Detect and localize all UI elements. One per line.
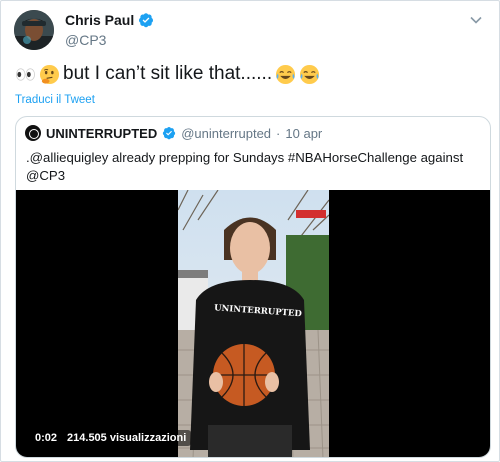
tears-of-joy-emoji-icon (300, 64, 320, 84)
video-thumbnail (178, 190, 329, 457)
video-status-overlay: 0:02 214.505 visualizzazioni (30, 430, 192, 446)
tweet-text-body: but I can’t sit like that...... (63, 63, 273, 84)
separator-dot: · (276, 125, 281, 141)
tears-of-joy-emoji-icon (276, 64, 296, 84)
quoted-author-handle[interactable]: @uninterrupted (181, 126, 271, 141)
tweet-text: but I can’t sit like that...... (15, 63, 320, 85)
author-block: Chris Paul @CP3 (65, 12, 154, 48)
quoted-tweet-text: .@alliequigley already prepping for Sund… (26, 150, 464, 183)
quoted-tweet[interactable]: UNINTERRUPTED @uninterrupted · 10 apr .@… (15, 116, 491, 458)
video-player[interactable]: UNINTERRUPTED 0:02 214.505 visualizzazio… (16, 190, 490, 457)
verified-badge-icon (139, 13, 154, 28)
video-view-count: 214.505 visualizzazioni (67, 432, 187, 444)
chevron-down-icon[interactable] (469, 13, 483, 27)
video-frame: UNINTERRUPTED (178, 190, 329, 457)
verified-badge-icon (163, 127, 176, 140)
eyes-emoji-icon (16, 67, 35, 81)
translate-tweet-link[interactable]: Traduci il Tweet (15, 94, 95, 106)
quoted-author-avatar[interactable] (25, 125, 41, 141)
author-name[interactable]: Chris Paul (65, 12, 134, 28)
quoted-author-name[interactable]: UNINTERRUPTED (46, 126, 157, 141)
video-elapsed-time: 0:02 (35, 432, 58, 444)
author-avatar[interactable] (14, 10, 54, 50)
thinking-emoji-icon (39, 64, 60, 84)
quoted-tweet-header: UNINTERRUPTED @uninterrupted · 10 apr (25, 125, 322, 141)
author-handle[interactable]: @CP3 (65, 32, 154, 48)
quoted-tweet-date[interactable]: 10 apr (285, 126, 322, 141)
avatar-image (14, 10, 54, 50)
tweet-card: Chris Paul @CP3 but I can’t sit like tha… (0, 0, 500, 462)
